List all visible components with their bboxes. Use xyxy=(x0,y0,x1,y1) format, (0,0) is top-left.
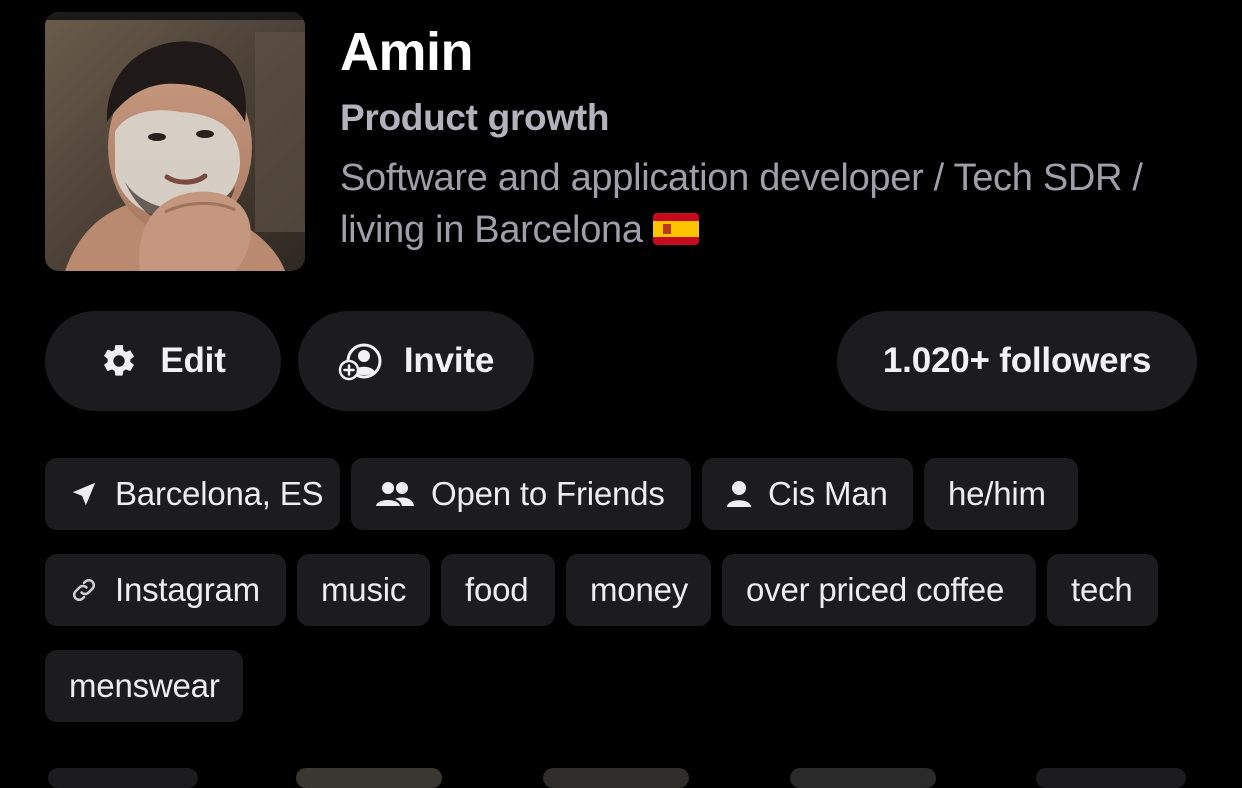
edit-label: Edit xyxy=(160,341,226,380)
chip-interest-money[interactable]: money xyxy=(566,554,711,626)
chip-pronouns-label: he/him xyxy=(948,475,1046,512)
chip-gender-label: Cis Man xyxy=(768,475,888,512)
edit-button[interactable]: Edit xyxy=(45,311,281,411)
chip-interest-food[interactable]: food xyxy=(441,554,555,626)
location-arrow-icon xyxy=(69,479,99,509)
invite-button[interactable]: Invite xyxy=(298,311,534,411)
chip-pronouns[interactable]: he/him xyxy=(924,458,1078,530)
bottom-card-peek[interactable] xyxy=(1036,768,1186,788)
profile-headline: Product growth xyxy=(340,97,610,138)
chip-open-to-friends-label: Open to Friends xyxy=(431,475,665,512)
chip-gender[interactable]: Cis Man xyxy=(702,458,913,530)
chip-interest-label: menswear xyxy=(69,667,220,704)
link-icon xyxy=(69,575,99,605)
spain-flag-icon xyxy=(652,213,699,245)
add-person-icon xyxy=(338,341,382,381)
chip-interest-label: money xyxy=(590,571,689,608)
profile-bio-text: Software and application developer / Tec… xyxy=(340,157,1143,251)
people-icon xyxy=(375,480,415,508)
chip-interest-tech[interactable]: tech xyxy=(1047,554,1158,626)
chip-location[interactable]: Barcelona, ES xyxy=(45,458,340,530)
bottom-photo-peek[interactable] xyxy=(296,768,442,788)
person-icon xyxy=(726,480,752,508)
chip-interest-over-priced-coffee[interactable]: over priced coffee xyxy=(722,554,1036,626)
chip-instagram[interactable]: Instagram xyxy=(45,554,286,626)
chip-instagram-label: Instagram xyxy=(115,571,260,608)
profile-bio: Software and application developer / Tec… xyxy=(340,152,1220,256)
followers-button[interactable]: 1.020+ followers xyxy=(837,311,1197,411)
chip-interest-menswear[interactable]: menswear xyxy=(45,650,243,722)
invite-label: Invite xyxy=(403,341,495,380)
chip-interest-music[interactable]: music xyxy=(297,554,430,626)
chip-location-label: Barcelona, ES xyxy=(115,475,324,512)
bottom-photo-peek[interactable] xyxy=(543,768,689,788)
chip-interest-label: over priced coffee xyxy=(746,571,1005,608)
followers-label: 1.020+ followers xyxy=(882,341,1152,380)
gear-icon xyxy=(100,342,138,380)
chip-interest-label: food xyxy=(465,571,529,608)
chip-open-to-friends[interactable]: Open to Friends xyxy=(351,458,691,530)
bottom-card-peek[interactable] xyxy=(48,768,198,788)
chip-interest-label: music xyxy=(321,571,407,608)
bottom-photo-peek[interactable] xyxy=(790,768,936,788)
avatar[interactable] xyxy=(45,12,305,271)
profile-name: Amin xyxy=(340,22,474,82)
chip-interest-label: tech xyxy=(1071,571,1133,608)
